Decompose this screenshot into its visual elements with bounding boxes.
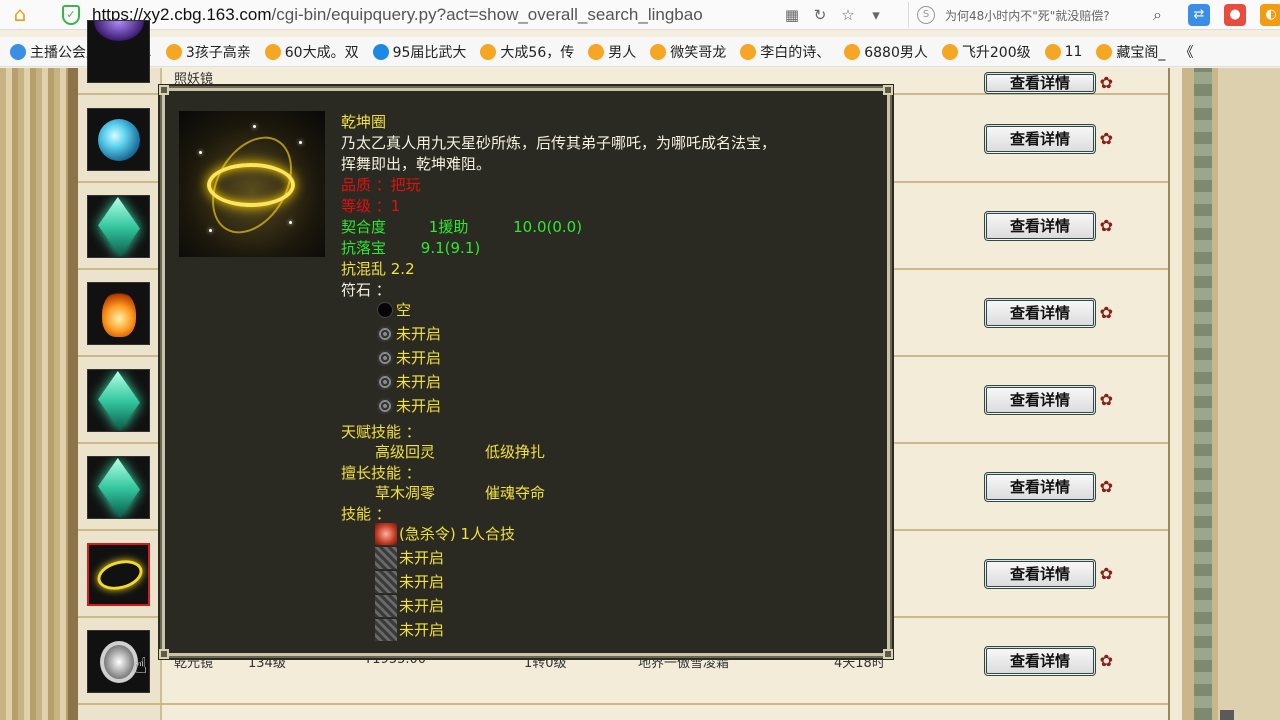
- mouse-cursor-icon: ☝: [134, 654, 148, 679]
- rune-slot-label: 空: [396, 301, 412, 319]
- extension-icon[interactable]: ◐: [1260, 4, 1280, 26]
- resist-value: 9.1(9.1): [420, 239, 481, 257]
- bookmark-favicon-icon: [10, 43, 26, 60]
- talent-skill-1: 高级回灵: [375, 443, 436, 461]
- extension-icon[interactable]: ●: [1224, 4, 1246, 26]
- rune-slot-label: 未开启: [396, 397, 442, 415]
- affinity-extra: 10.0(0.0): [513, 218, 583, 236]
- skill-locked-icon: [375, 571, 397, 593]
- item-thumbnail[interactable]: [87, 195, 150, 258]
- skill-slot: 未开启: [375, 595, 444, 617]
- item-quality: 品质 ：把玩: [341, 176, 421, 194]
- item-grade: 等级 ：1: [341, 197, 401, 215]
- item-thumbnail[interactable]: [87, 282, 150, 345]
- rune-slot-label: 未开启: [396, 325, 442, 343]
- rune-slot-label: 未开启: [396, 349, 442, 367]
- rune-label: 符石 ：: [341, 281, 391, 299]
- decorative-frame-right: [1168, 68, 1280, 720]
- affinity-label: 契合度: [341, 218, 387, 236]
- skill-slot-label: 未开启: [399, 621, 445, 639]
- bookmarks-more-button[interactable]: 《: [1179, 42, 1193, 62]
- rune-locked-icon: [377, 350, 393, 366]
- rune-slot: 未开启: [377, 347, 441, 368]
- skill-icon: [375, 523, 397, 545]
- view-detail-button[interactable]: 查看详情: [984, 559, 1113, 589]
- view-detail-button[interactable]: 查看详情: [984, 298, 1113, 328]
- skill-1: (急杀令) 1人合技: [375, 523, 515, 545]
- item-thumbnail[interactable]: [87, 108, 150, 171]
- skill-locked-icon: [375, 595, 397, 617]
- skill-locked-icon: [375, 547, 397, 569]
- rune-empty-icon: [377, 302, 393, 318]
- extension-icon[interactable]: ⇄: [1188, 4, 1210, 26]
- scrollbar-thumb[interactable]: [1220, 710, 1234, 720]
- item-resist: 抗落宝 9.1(9.1): [341, 237, 480, 258]
- view-detail-button[interactable]: 查看详情: [984, 646, 1113, 676]
- item-description: 挥舞即出，乾坤难阻。: [341, 155, 492, 173]
- view-detail-button[interactable]: 查看详情: [984, 124, 1113, 154]
- item-thumbnail[interactable]: [87, 456, 150, 519]
- item-title: 乾坤圈: [341, 113, 387, 131]
- rune-slot-label: 未开启: [396, 373, 442, 391]
- view-detail-button[interactable]: 查看详情: [984, 472, 1113, 502]
- item-thumbnail-selected[interactable]: [87, 543, 150, 606]
- decorative-frame-left: [0, 68, 78, 720]
- rune-slot: 未开启: [377, 395, 441, 416]
- view-detail-button[interactable]: 查看详情: [984, 385, 1113, 415]
- talent-skill-2: 低级挣扎: [485, 443, 546, 461]
- skill-slot: 未开启: [375, 547, 444, 569]
- home-icon[interactable]: ⌂: [8, 3, 32, 27]
- expert-label: 擅长技能 ：: [341, 464, 421, 482]
- skill-slot: 未开启: [375, 571, 444, 593]
- item-thumbnail[interactable]: [87, 20, 150, 83]
- skill-locked-icon: [375, 619, 397, 641]
- rune-locked-icon: [377, 398, 393, 414]
- view-detail-button[interactable]: 查看详情: [984, 72, 1113, 94]
- item-tooltip: 乾坤圈 乃太乙真人用九天星砂所炼，后传其弟子哪吒，为哪吒成名法宝， 挥舞即出，乾…: [159, 85, 893, 659]
- rune-locked-icon: [377, 326, 393, 342]
- skill-slot-label: 未开启: [399, 549, 445, 567]
- item-thumbnail[interactable]: [87, 369, 150, 432]
- item-affinity: 契合度 1援助 10.0(0.0): [341, 216, 582, 237]
- talent-label: 天赋技能 ：: [341, 423, 421, 441]
- browser-extension-icons: ⇄ ● ◐: [1188, 4, 1280, 26]
- expert-skill-1: 草木凋零: [375, 484, 436, 502]
- rune-slot: 空: [377, 299, 411, 320]
- skill-slot: 未开启: [375, 619, 444, 641]
- view-detail-button[interactable]: 查看详情: [984, 211, 1113, 241]
- expert-skill-2: 催魂夺命: [485, 484, 546, 502]
- item-chaos: 抗混乱 2.2: [341, 260, 415, 278]
- item-image: [179, 111, 325, 257]
- resist-label: 抗落宝: [341, 239, 387, 257]
- skill-label: 技能 ：: [341, 505, 391, 523]
- skill-slot-label: 未开启: [399, 597, 445, 615]
- rune-locked-icon: [377, 374, 393, 390]
- affinity-value: 1援助: [428, 218, 469, 236]
- skill-slot-label: 未开启: [399, 573, 445, 591]
- item-description: 乃太乙真人用九天星砂所炼，后传其弟子哪吒，为哪吒成名法宝，: [341, 134, 777, 152]
- rune-slot: 未开启: [377, 371, 441, 392]
- item-name: 照妖镜: [174, 72, 214, 87]
- rune-slot: 未开启: [377, 323, 441, 344]
- table-row[interactable]: 照妖镜 查看详情: [78, 8, 1168, 95]
- skill-1-text: (急杀令) 1人合技: [399, 525, 516, 543]
